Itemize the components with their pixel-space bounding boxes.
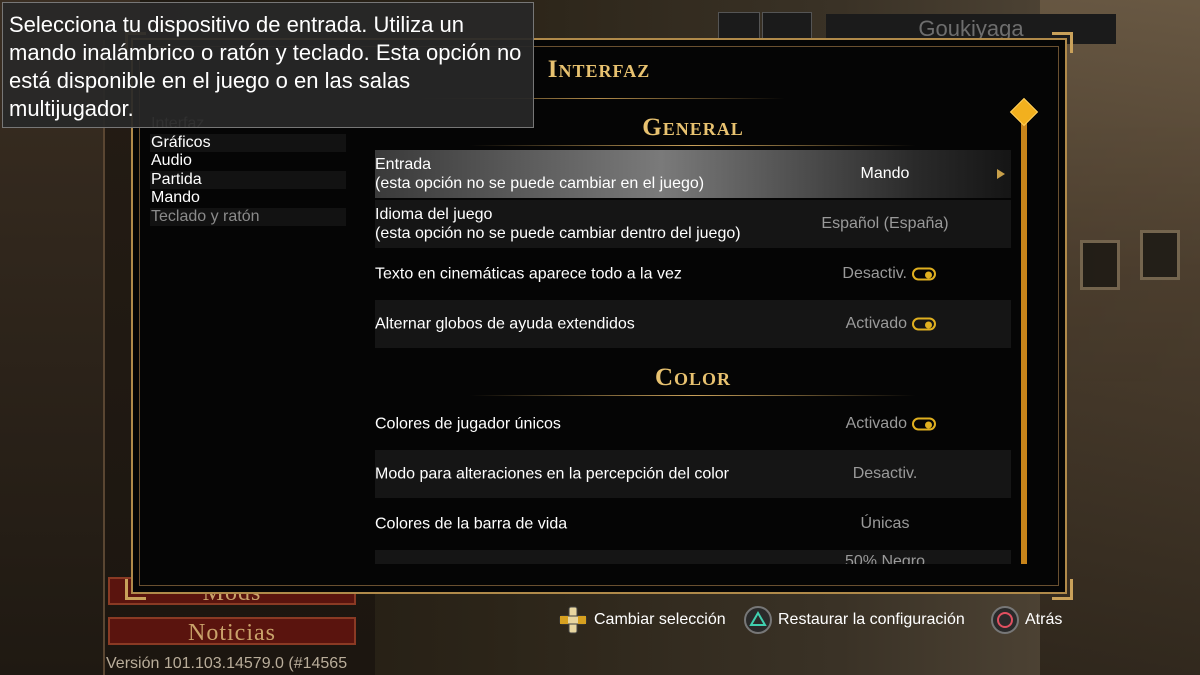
version-label: Versión 101.103.14579.0 (#14565: [106, 655, 348, 672]
hint-label: Cambiar selección: [594, 611, 726, 628]
option-colores-jugador[interactable]: Colores de jugador únicos Activado: [375, 400, 1011, 448]
option-value: Desactiv.: [852, 465, 918, 482]
toggle-knob: [925, 271, 932, 278]
option-label: Texto en cinemáticas aparece todo a la v…: [375, 265, 682, 283]
category-teclado-raton[interactable]: Teclado y ratón: [150, 207, 346, 226]
option-partial[interactable]: 50% Negro: [375, 550, 1011, 564]
option-label-line2: (esta opción no se puede cambiar dentro …: [375, 225, 741, 242]
option-entrada[interactable]: Entrada (esta opción no se puede cambiar…: [375, 150, 1011, 198]
toggle-knob: [925, 421, 932, 428]
option-label-line2: (esta opción no se puede cambiar en el j…: [375, 175, 705, 192]
hint-label: Atrás: [1025, 611, 1063, 628]
category-audio[interactable]: Audio: [150, 152, 346, 171]
option-value: Mando: [860, 165, 910, 182]
option-value: Desactiv.: [842, 265, 907, 282]
building-window: [1140, 230, 1180, 280]
option-value: Activado: [845, 415, 907, 432]
option-value: Únicas: [860, 515, 910, 532]
hint-cambiar-seleccion[interactable]: Cambiar selección: [558, 604, 726, 636]
category-mando[interactable]: Mando: [150, 189, 346, 208]
noticias-button[interactable]: Noticias: [108, 617, 356, 646]
section-divider: [470, 395, 916, 396]
help-tooltip: Selecciona tu dispositivo de entrada. Ut…: [2, 2, 534, 128]
category-graficos[interactable]: Gráficos: [150, 133, 346, 152]
dialog-corner-ornament: [1052, 32, 1073, 53]
section-header-color: Color: [654, 364, 732, 391]
option-idioma[interactable]: Idioma del juego (esta opción no se pued…: [375, 200, 1011, 248]
triangle-button-icon: [744, 606, 772, 634]
option-label: Colores de la barra de vida: [375, 515, 568, 533]
dialog-corner-ornament: [1052, 579, 1073, 600]
arrow-right-icon[interactable]: [997, 169, 1005, 179]
circle-button-icon: [991, 606, 1019, 634]
option-value: 50% Negro: [844, 553, 926, 564]
option-label: Colores de jugador únicos: [375, 415, 561, 433]
dpad-icon: [558, 605, 588, 635]
option-modo-color[interactable]: Modo para alteraciones en la percepción …: [375, 450, 1011, 498]
option-value: Activado: [845, 315, 907, 332]
option-label: Modo para alteraciones en la percepción …: [375, 465, 729, 483]
toggle-knob: [925, 321, 932, 328]
toggle-switch[interactable]: [912, 417, 936, 431]
section-divider: [470, 145, 916, 146]
option-barra-vida[interactable]: Colores de la barra de vida Únicas: [375, 500, 1011, 548]
dialog-corner-ornament: [125, 579, 146, 600]
option-value: Español (España): [821, 215, 949, 232]
scrollbar-track[interactable]: [1021, 110, 1027, 564]
building-window: [1080, 240, 1120, 290]
hint-atras[interactable]: Atrás: [991, 604, 1062, 636]
category-list: Interfaz Gráficos Audio Partida Mando Te…: [150, 115, 346, 226]
option-label-line1: Idioma del juego: [375, 206, 493, 223]
option-texto-cinematicas[interactable]: Texto en cinemáticas aparece todo a la v…: [375, 250, 1011, 298]
option-label: Idioma del juego (esta opción no se pued…: [375, 205, 741, 243]
category-partida[interactable]: Partida: [150, 170, 346, 189]
option-label-line1: Entrada: [375, 156, 432, 173]
option-label: Entrada (esta opción no se puede cambiar…: [375, 155, 704, 193]
hint-restaurar[interactable]: Restaurar la configuración: [744, 604, 965, 636]
hint-label: Restaurar la configuración: [778, 611, 965, 628]
option-label: Alternar globos de ayuda extendidos: [375, 315, 635, 333]
toggle-switch[interactable]: [912, 267, 936, 281]
option-globos-ayuda[interactable]: Alternar globos de ayuda extendidos Acti…: [375, 300, 1011, 348]
toggle-switch[interactable]: [912, 317, 936, 331]
